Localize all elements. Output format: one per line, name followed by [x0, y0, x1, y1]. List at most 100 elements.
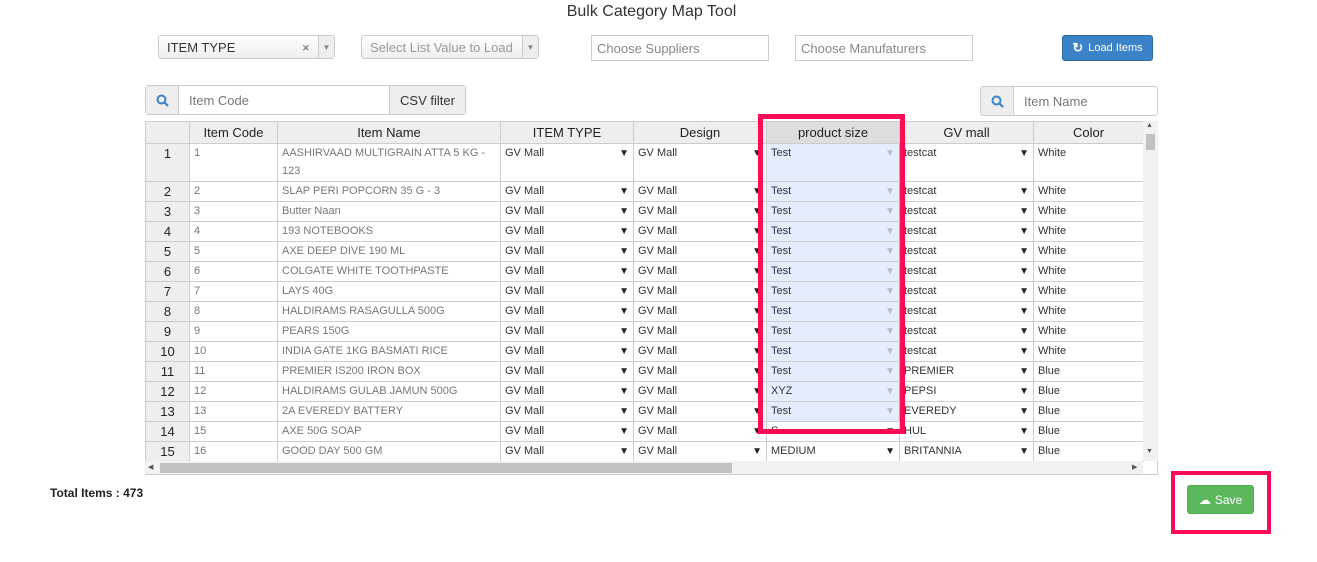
column-header-gv-mall[interactable]: GV mall — [899, 121, 1034, 144]
gv-mall-cell[interactable]: testcat ▼ — [899, 321, 1034, 342]
design-cell[interactable]: GV Mall ▼ — [633, 401, 767, 422]
scroll-right-icon[interactable]: ▶ — [1132, 463, 1137, 471]
dropdown-arrow-icon[interactable]: ▼ — [619, 145, 629, 164]
color-cell[interactable]: White — [1033, 143, 1144, 182]
color-cell[interactable]: Blue — [1033, 361, 1144, 382]
design-cell[interactable]: GV Mall ▼ — [633, 301, 767, 322]
item-name-cell[interactable]: COLGATE WHITE TOOTHPASTE — [277, 261, 501, 282]
color-cell[interactable]: Blue — [1033, 421, 1144, 442]
row-number[interactable]: 5 — [145, 241, 190, 262]
item-name-cell[interactable]: PREMIER IS200 IRON BOX — [277, 361, 501, 382]
dropdown-arrow-icon[interactable]: ▼ — [619, 283, 629, 301]
dropdown-arrow-icon[interactable]: ▼ — [1019, 363, 1029, 381]
item-type-cell[interactable]: GV Mall ▼ — [500, 361, 634, 382]
column-header-design[interactable]: Design — [633, 121, 767, 144]
color-cell[interactable]: White — [1033, 221, 1144, 242]
item-type-cell[interactable]: GV Mall ▼ — [500, 441, 634, 462]
csv-filter-button[interactable]: CSV filter — [389, 86, 465, 114]
row-number[interactable]: 13 — [145, 401, 190, 422]
gv-mall-cell[interactable]: testcat ▼ — [899, 221, 1034, 242]
item-name-cell[interactable]: HALDIRAMS RASAGULLA 500G — [277, 301, 501, 322]
dropdown-arrow-icon[interactable]: ▼ — [619, 263, 629, 281]
dropdown-arrow-icon[interactable]: ▼ — [619, 243, 629, 261]
item-code-cell[interactable]: 15 — [189, 421, 278, 442]
row-number[interactable]: 3 — [145, 201, 190, 222]
design-cell[interactable]: GV Mall ▼ — [633, 321, 767, 342]
row-number[interactable]: 10 — [145, 341, 190, 362]
color-cell[interactable]: White — [1033, 261, 1144, 282]
gv-mall-cell[interactable]: testcat ▼ — [899, 281, 1034, 302]
item-code-cell[interactable]: 6 — [189, 261, 278, 282]
column-header-color[interactable]: Color — [1033, 121, 1144, 144]
item-code-cell[interactable]: 11 — [189, 361, 278, 382]
gv-mall-cell[interactable]: testcat ▼ — [899, 241, 1034, 262]
scroll-left-icon[interactable]: ◀ — [148, 463, 153, 471]
dropdown-arrow-icon[interactable]: ▼ — [1019, 383, 1029, 401]
dropdown-arrow-icon[interactable]: ▼ — [619, 343, 629, 361]
color-cell[interactable]: White — [1033, 241, 1144, 262]
row-number[interactable]: 11 — [145, 361, 190, 382]
dropdown-arrow-icon[interactable]: ▼ — [1019, 145, 1029, 164]
color-cell[interactable]: White — [1033, 181, 1144, 202]
dropdown-arrow-icon[interactable]: ▼ — [1019, 323, 1029, 341]
design-cell[interactable]: GV Mall ▼ — [633, 221, 767, 242]
dropdown-arrow-icon[interactable]: ▼ — [752, 443, 762, 461]
row-number[interactable]: 12 — [145, 381, 190, 402]
vertical-scrollbar[interactable] — [1143, 121, 1158, 461]
design-cell[interactable]: GV Mall ▼ — [633, 261, 767, 282]
row-number[interactable]: 6 — [145, 261, 190, 282]
design-cell[interactable]: GV Mall ▼ — [633, 441, 767, 462]
row-number[interactable]: 14 — [145, 421, 190, 442]
gv-mall-cell[interactable]: BRITANNIA ▼ — [899, 441, 1034, 462]
row-number[interactable]: 7 — [145, 281, 190, 302]
gv-mall-cell[interactable]: testcat ▼ — [899, 143, 1034, 182]
design-cell[interactable]: GV Mall ▼ — [633, 381, 767, 402]
dropdown-arrow-icon[interactable]: ▼ — [1019, 263, 1029, 281]
color-cell[interactable]: White — [1033, 321, 1144, 342]
column-header-item-code[interactable]: Item Code — [189, 121, 278, 144]
chevron-down-icon[interactable]: ▼ — [522, 36, 538, 58]
column-header-item-name[interactable]: Item Name — [277, 121, 501, 144]
item-type-cell[interactable]: GV Mall ▼ — [500, 221, 634, 242]
gv-mall-cell[interactable]: testcat ▼ — [899, 341, 1034, 362]
design-cell[interactable]: GV Mall ▼ — [633, 181, 767, 202]
item-name-cell[interactable]: AXE DEEP DIVE 190 ML — [277, 241, 501, 262]
item-name-cell[interactable]: AXE 50G SOAP — [277, 421, 501, 442]
item-type-cell[interactable]: GV Mall ▼ — [500, 321, 634, 342]
item-name-cell[interactable]: PEARS 150G — [277, 321, 501, 342]
item-name-cell[interactable]: Butter Naan — [277, 201, 501, 222]
item-code-cell[interactable]: 12 — [189, 381, 278, 402]
dropdown-arrow-icon[interactable]: ▼ — [1019, 423, 1029, 441]
item-name-cell[interactable]: INDIA GATE 1KG BASMATI RICE — [277, 341, 501, 362]
dropdown-arrow-icon[interactable]: ▼ — [619, 323, 629, 341]
dropdown-arrow-icon[interactable]: ▼ — [1019, 443, 1029, 461]
item-type-cell[interactable]: GV Mall ▼ — [500, 261, 634, 282]
item-type-cell[interactable]: GV Mall ▼ — [500, 301, 634, 322]
item-name-cell[interactable]: AASHIRVAAD MULTIGRAIN ATTA 5 KG - 123 — [277, 143, 501, 182]
item-code-cell[interactable]: 10 — [189, 341, 278, 362]
gv-mall-cell[interactable]: testcat ▼ — [899, 181, 1034, 202]
gv-mall-cell[interactable]: testcat ▼ — [899, 201, 1034, 222]
row-number[interactable]: 2 — [145, 181, 190, 202]
gv-mall-cell[interactable]: testcat ▼ — [899, 261, 1034, 282]
dropdown-arrow-icon[interactable]: ▼ — [1019, 283, 1029, 301]
item-type-cell[interactable]: GV Mall ▼ — [500, 281, 634, 302]
suppliers-input[interactable]: Choose Suppliers — [591, 35, 769, 61]
save-button[interactable]: ☁ Save — [1187, 485, 1254, 514]
list-value-select[interactable]: Select List Value to Load ▼ — [361, 35, 539, 59]
item-code-cell[interactable]: 5 — [189, 241, 278, 262]
row-number[interactable]: 1 — [145, 143, 190, 182]
design-cell[interactable]: GV Mall ▼ — [633, 201, 767, 222]
dropdown-arrow-icon[interactable]: ▼ — [619, 203, 629, 221]
item-type-select[interactable]: ITEM TYPE × ▼ — [158, 35, 335, 59]
design-cell[interactable]: GV Mall ▼ — [633, 341, 767, 362]
color-cell[interactable]: Blue — [1033, 441, 1144, 462]
clear-icon[interactable]: × — [302, 40, 318, 55]
design-cell[interactable]: GV Mall ▼ — [633, 361, 767, 382]
gv-mall-cell[interactable]: HUL ▼ — [899, 421, 1034, 442]
dropdown-arrow-icon[interactable]: ▼ — [619, 303, 629, 321]
dropdown-arrow-icon[interactable]: ▼ — [1019, 403, 1029, 421]
item-code-cell[interactable]: 1 — [189, 143, 278, 182]
item-code-cell[interactable]: 9 — [189, 321, 278, 342]
item-code-cell[interactable]: 16 — [189, 441, 278, 462]
